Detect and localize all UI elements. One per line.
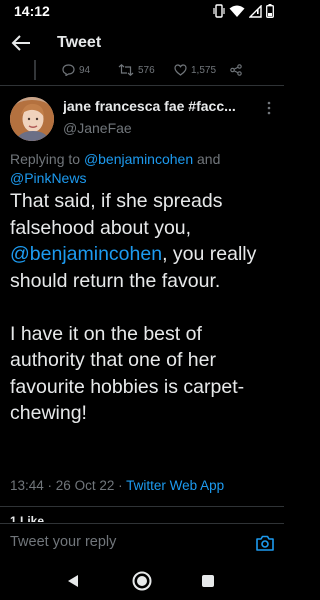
share-action[interactable] bbox=[230, 64, 242, 76]
author-handle[interactable]: @JaneFae bbox=[63, 120, 132, 136]
mention-link[interactable]: @benjamincohen bbox=[84, 151, 193, 167]
vibrate-icon bbox=[213, 4, 225, 18]
back-button[interactable] bbox=[10, 32, 34, 54]
replying-to-prefix: Replying to bbox=[10, 151, 84, 167]
nav-back-button[interactable] bbox=[67, 574, 79, 588]
share-icon bbox=[230, 64, 242, 76]
system-nav-bar bbox=[0, 563, 284, 600]
tweet-text: That said, if she spreads falsehood abou… bbox=[10, 188, 280, 427]
signal-icon bbox=[249, 4, 262, 18]
retweet-count: 576 bbox=[138, 64, 155, 76]
meta-separator: · bbox=[114, 478, 127, 493]
status-bar: 14:12 bbox=[0, 0, 284, 24]
battery-icon bbox=[266, 4, 274, 18]
tweet-text-segment: That said, if she spreads falsehood abou… bbox=[10, 190, 223, 239]
tweet-source-link[interactable]: Twitter Web App bbox=[126, 478, 224, 493]
parent-tweet-actions: 94 576 1,575 bbox=[62, 64, 262, 78]
divider bbox=[0, 85, 284, 86]
mention-link[interactable]: @PinkNews bbox=[10, 170, 86, 186]
tweet-time: 13:44 bbox=[10, 478, 44, 493]
tweet-metadata: 13:44 · 26 Oct 22 · Twitter Web App bbox=[10, 478, 224, 493]
replying-to: Replying to @benjamincohen and @PinkNews bbox=[10, 150, 270, 188]
replying-to-joiner: and bbox=[193, 151, 221, 167]
author-display-name[interactable]: jane francesca fae #facc... bbox=[63, 98, 263, 114]
reply-action[interactable]: 94 bbox=[62, 64, 90, 76]
like-icon bbox=[174, 64, 187, 76]
mention-link[interactable]: @benjamincohen bbox=[10, 243, 162, 265]
reply-count: 94 bbox=[79, 64, 91, 76]
wifi-icon bbox=[229, 5, 245, 17]
more-vertical-icon bbox=[267, 101, 271, 115]
retweet-icon bbox=[118, 64, 134, 76]
avatar-image bbox=[10, 97, 54, 141]
page-title: Tweet bbox=[57, 34, 102, 51]
like-action[interactable]: 1,575 bbox=[174, 64, 216, 76]
circle-home-icon bbox=[132, 571, 152, 591]
like-count: 1,575 bbox=[191, 64, 217, 76]
status-time: 14:12 bbox=[14, 3, 50, 19]
reply-icon bbox=[62, 64, 75, 76]
meta-separator: · bbox=[43, 478, 56, 493]
likes-count-peek[interactable]: 1 Like bbox=[10, 514, 90, 522]
camera-button[interactable] bbox=[255, 534, 275, 552]
status-icons bbox=[213, 4, 274, 18]
reply-composer: Tweet your reply bbox=[0, 523, 284, 563]
arrow-left-icon bbox=[11, 35, 30, 51]
nav-recents-button[interactable] bbox=[202, 575, 214, 587]
thread-connector bbox=[34, 60, 36, 80]
reply-input[interactable]: Tweet your reply bbox=[10, 534, 116, 550]
avatar[interactable] bbox=[10, 97, 54, 141]
nav-home-button[interactable] bbox=[132, 571, 152, 591]
retweet-action[interactable]: 576 bbox=[118, 64, 155, 76]
tweet-paragraph: I have it on the best of authority that … bbox=[10, 322, 245, 425]
app-header: Tweet bbox=[0, 26, 284, 60]
divider bbox=[0, 506, 284, 507]
more-options-button[interactable] bbox=[263, 100, 275, 116]
camera-icon bbox=[256, 535, 274, 551]
tweet-date: 26 Oct 22 bbox=[55, 478, 115, 493]
tweet-paragraph: That said, if she spreads falsehood abou… bbox=[10, 188, 280, 294]
triangle-back-icon bbox=[68, 575, 78, 587]
